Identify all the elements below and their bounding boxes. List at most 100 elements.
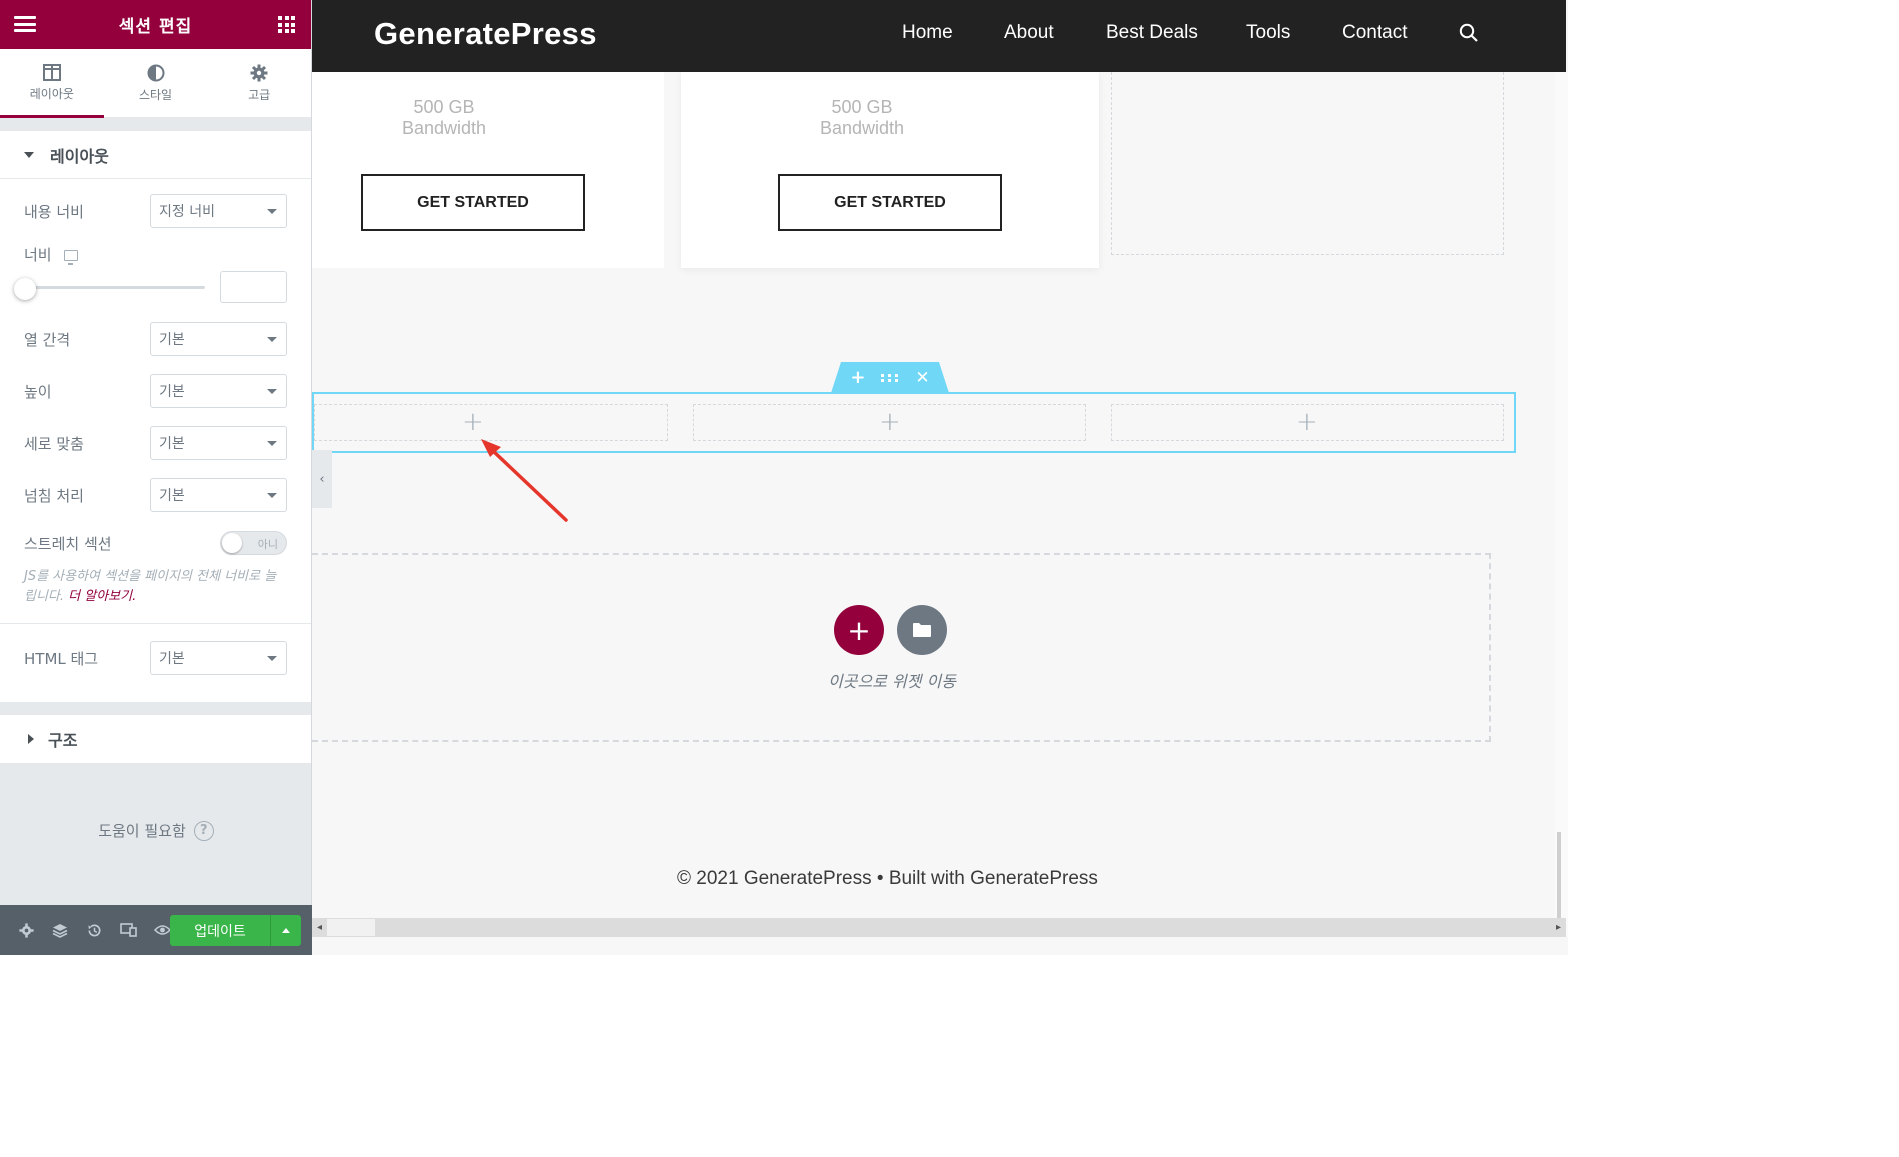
- get-started-button-1[interactable]: GET STARTED: [361, 174, 585, 231]
- html-tag-value: 기본: [159, 651, 185, 667]
- width-input[interactable]: [220, 271, 287, 303]
- panel-footer: 업데이트: [0, 905, 312, 955]
- tab-advanced-label: 고급: [248, 87, 271, 102]
- widgets-grid-icon[interactable]: [278, 16, 295, 33]
- scroll-left-arrow-icon[interactable]: ◂: [317, 922, 322, 933]
- update-button[interactable]: 업데이트: [170, 915, 270, 946]
- question-circle-icon: ?: [193, 820, 214, 841]
- structure-section-header[interactable]: 구조: [0, 715, 311, 763]
- help-label: 도움이 필요함: [98, 822, 186, 840]
- help-link[interactable]: 도움이 필요함 ?: [0, 820, 312, 841]
- site-footer-copyright: © 2021 GeneratePress • Built with Genera…: [677, 868, 1098, 889]
- overflow-select[interactable]: 기본: [150, 478, 287, 512]
- bandwidth-value: 500 GB: [413, 97, 475, 117]
- toggle-knob: [222, 533, 242, 553]
- html-tag-select[interactable]: 기본: [150, 641, 287, 675]
- vertical-align-value: 기본: [159, 436, 185, 452]
- column-placeholder-1[interactable]: [314, 404, 668, 441]
- hamburger-menu-icon[interactable]: [14, 16, 36, 32]
- search-icon[interactable]: [1459, 23, 1479, 43]
- responsive-mode-icon[interactable]: [111, 905, 145, 955]
- height-control: 높이 기본: [24, 365, 287, 417]
- layers-icon[interactable]: [43, 905, 77, 955]
- delete-section-close-icon[interactable]: ✕: [915, 368, 929, 388]
- stretch-section-control: 스트레치 섹션 아니: [24, 521, 287, 565]
- overflow-label: 넘침 처리: [24, 486, 84, 505]
- nav-tools[interactable]: Tools: [1246, 22, 1290, 44]
- elementor-editor: 섹션 편집 레이아웃 스타일 고급 레이아웃 내용 너비 지정 너비 너비 열 …: [0, 0, 1568, 955]
- learn-more-link[interactable]: 더 알아보기.: [68, 589, 136, 604]
- structure-section-title: 구조: [48, 731, 78, 750]
- nav-home[interactable]: Home: [902, 22, 953, 44]
- page-preview: 500 GB Bandwidth GET STARTED 500 GB Band…: [312, 0, 1568, 955]
- overflow-control: 넘침 처리 기본: [24, 469, 287, 521]
- height-value: 기본: [159, 384, 185, 400]
- horizontal-scrollbar[interactable]: ◂ ▸: [312, 918, 1566, 937]
- horizontal-scrollbar-thumb[interactable]: [327, 919, 375, 936]
- section-handle[interactable]: + ✕: [831, 362, 949, 393]
- add-section-button[interactable]: +: [834, 605, 884, 655]
- drag-handle-icon[interactable]: [881, 373, 899, 382]
- content-width-value: 지정 너비: [159, 204, 215, 220]
- column-gap-control: 열 간격 기본: [24, 313, 287, 365]
- nav-contact[interactable]: Contact: [1342, 22, 1407, 44]
- content-width-select[interactable]: 지정 너비: [150, 194, 287, 228]
- get-started-button-2[interactable]: GET STARTED: [778, 174, 1002, 231]
- html-tag-group: HTML 태그 기본: [0, 623, 311, 702]
- columns-icon: [42, 64, 61, 81]
- add-widget-plus-icon[interactable]: +: [462, 409, 484, 435]
- bandwidth-label: Bandwidth: [401, 118, 487, 138]
- stretch-section-label: 스트레치 섹션: [24, 534, 112, 553]
- width-slider-handle[interactable]: [14, 278, 36, 300]
- history-icon[interactable]: [77, 905, 111, 955]
- content-width-control: 내용 너비 지정 너비: [24, 185, 287, 237]
- caret-down-icon: [24, 151, 34, 158]
- pricing-card-1: 500 GB Bandwidth GET STARTED: [312, 72, 664, 268]
- vertical-scrollbar[interactable]: [1555, 72, 1568, 937]
- scroll-right-arrow-icon[interactable]: ▸: [1556, 922, 1561, 933]
- site-header: GeneratePress Home About Best Deals Tool…: [312, 0, 1566, 72]
- vertical-align-select[interactable]: 기본: [150, 426, 287, 460]
- width-slider[interactable]: [14, 278, 205, 300]
- add-section-dropzone: [312, 553, 1491, 742]
- update-options-caret-icon[interactable]: [270, 915, 301, 946]
- template-library-folder-icon[interactable]: [897, 605, 947, 655]
- tab-advanced[interactable]: 고급: [207, 49, 311, 117]
- add-section-plus-icon[interactable]: +: [850, 367, 865, 388]
- column-gap-value: 기본: [159, 332, 185, 348]
- nav-about[interactable]: About: [1004, 22, 1054, 44]
- desktop-monitor-icon[interactable]: [63, 249, 78, 265]
- panel-title: 섹션 편집: [118, 17, 193, 37]
- nav-best-deals[interactable]: Best Deals: [1106, 22, 1198, 44]
- tab-style-label: 스타일: [138, 87, 173, 102]
- panel-tabs: 레이아웃 스타일 고급: [0, 49, 311, 118]
- tab-style[interactable]: 스타일: [104, 49, 208, 117]
- html-tag-label: HTML 태그: [24, 649, 99, 668]
- empty-column-placeholder: [1111, 72, 1504, 255]
- height-label: 높이: [24, 382, 52, 401]
- overflow-value: 기본: [159, 488, 185, 504]
- panel-header: 섹션 편집: [0, 0, 311, 49]
- pricing-card-2: 500 GB Bandwidth GET STARTED: [681, 72, 1099, 268]
- layout-section-header[interactable]: 레이아웃: [0, 131, 311, 179]
- settings-gear-icon[interactable]: [9, 905, 43, 955]
- site-brand[interactable]: GeneratePress: [374, 16, 597, 52]
- gear-icon: [250, 64, 268, 81]
- add-widget-plus-icon[interactable]: +: [1296, 409, 1318, 435]
- vertical-scrollbar-thumb[interactable]: [1557, 832, 1561, 924]
- layout-section: 레이아웃 내용 너비 지정 너비 너비 열 간격 기본 높이 기본 세로 맞춤 …: [0, 131, 311, 702]
- add-widget-plus-icon[interactable]: +: [879, 409, 901, 435]
- bandwidth-value: 500 GB: [831, 97, 893, 117]
- stretch-section-toggle[interactable]: 아니: [220, 531, 287, 555]
- content-width-label: 내용 너비: [24, 202, 84, 221]
- height-select[interactable]: 기본: [150, 374, 287, 408]
- html-tag-control: HTML 태그 기본: [24, 632, 287, 684]
- structure-section: 구조: [0, 715, 311, 763]
- width-label-text: 너비: [24, 245, 52, 264]
- collapse-panel-chevron-icon[interactable]: ‹: [312, 450, 332, 508]
- column-gap-select[interactable]: 기본: [150, 322, 287, 356]
- bandwidth-label: Bandwidth: [819, 118, 905, 138]
- tab-layout[interactable]: 레이아웃: [0, 49, 104, 118]
- column-gap-label: 열 간격: [24, 330, 71, 349]
- vertical-align-label: 세로 맞춤: [24, 434, 84, 453]
